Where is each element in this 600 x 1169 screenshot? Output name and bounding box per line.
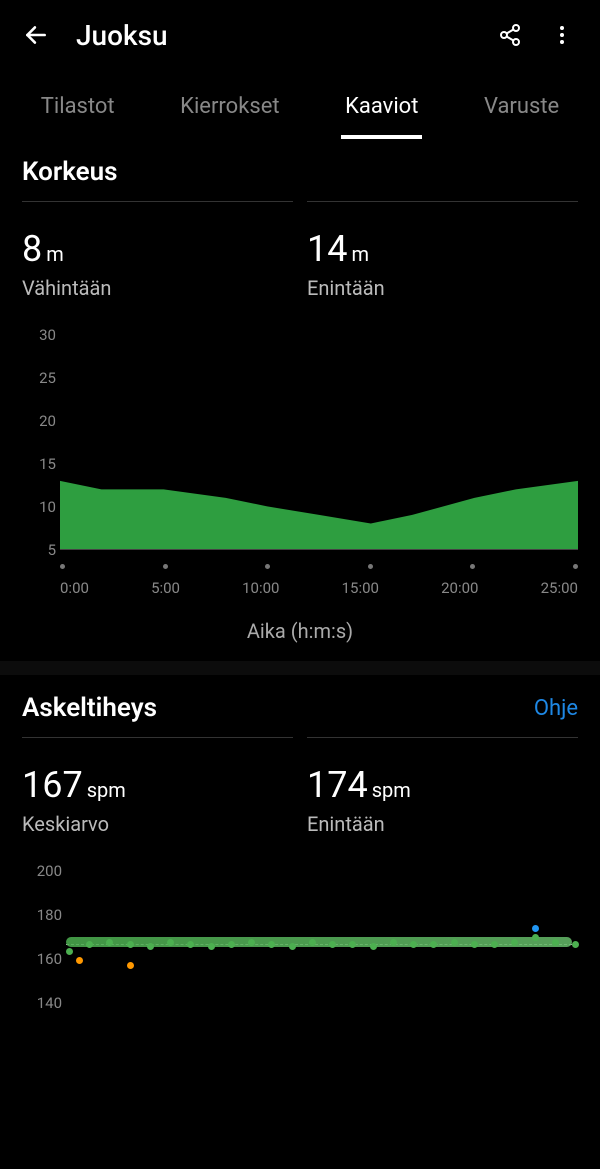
elevation-section: Korkeus 8m Vähintään 14m Enintään 302520… [0,139,600,643]
overflow-menu-button[interactable] [544,17,580,53]
cadence-avg-label: Keskiarvo [22,812,293,836]
elevation-max-unit: m [351,242,369,266]
elevation-max-stat: 14m Enintään [307,201,578,300]
app-header: Juoksu [0,0,600,70]
elevation-min-label: Vähintään [22,276,293,300]
cadence-max-stat: 174spm Enintään [307,737,578,836]
tab-tilastot[interactable]: Tilastot [37,88,119,139]
share-button[interactable] [492,17,528,53]
arrow-left-icon [23,22,49,48]
cadence-max-label: Enintään [307,812,578,836]
section-divider [0,661,600,675]
share-icon [498,23,522,47]
elevation-min-stat: 8m Vähintään [22,201,293,300]
cadence-help-link[interactable]: Ohje [534,696,578,721]
cadence-avg-unit: spm [87,778,126,802]
tab-kierrokset[interactable]: Kierrokset [176,88,283,139]
elevation-min-unit: m [46,242,64,266]
elevation-x-axis-label: Aika (h:m:s) [22,619,578,643]
more-vertical-icon [550,23,574,47]
back-button[interactable] [20,19,52,51]
tab-bar: Tilastot Kierrokset Kaaviot Varuste [0,70,600,139]
cadence-avg-stat: 167spm Keskiarvo [22,737,293,836]
elevation-max-value: 14 [307,228,347,270]
elevation-min-value: 8 [22,228,42,270]
elevation-max-label: Enintään [307,276,578,300]
tab-varuste[interactable]: Varuste [480,88,563,139]
tab-kaaviot[interactable]: Kaaviot [341,88,422,139]
cadence-chart: 200180160140 [66,862,572,1012]
page-title: Juoksu [76,19,476,52]
cadence-title: Askeltiheys [22,693,157,723]
elevation-chart: 30252015105 0:005:0010:0015:0020:0025:00… [22,328,578,643]
cadence-max-value: 174 [307,764,368,806]
cadence-max-unit: spm [372,778,411,802]
elevation-area-chart [60,336,578,549]
elevation-title: Korkeus [22,157,118,187]
cadence-avg-value: 167 [22,764,83,806]
cadence-section: Askeltiheys Ohje 167spm Keskiarvo 174spm… [0,675,600,1012]
